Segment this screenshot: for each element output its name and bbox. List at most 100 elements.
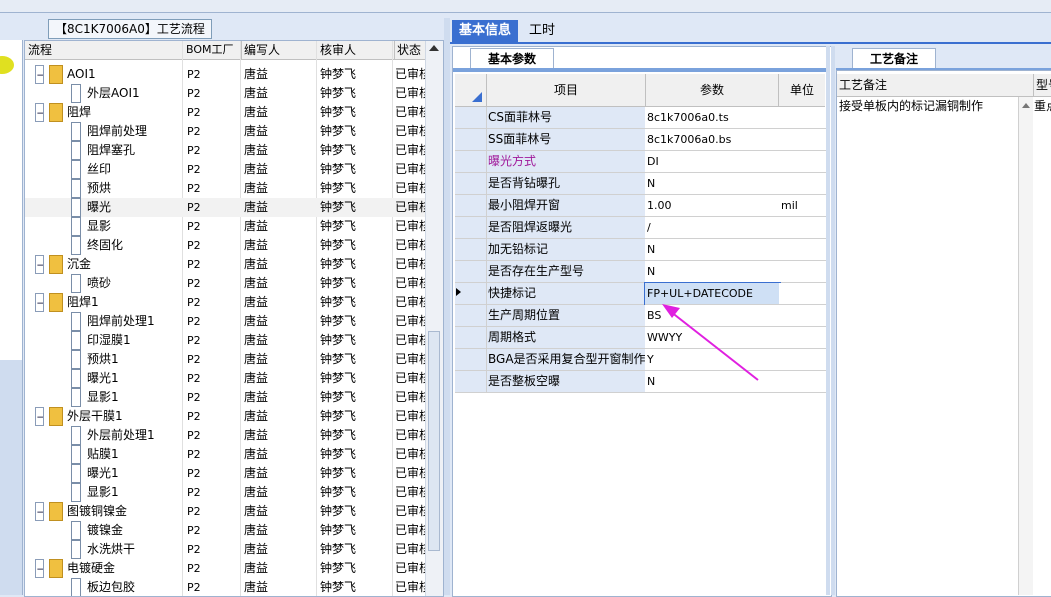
document-icon [71,84,81,103]
tree-row-writer: 唐益 [244,523,269,537]
tree-row[interactable]: 镀镍金P2唐益钟梦飞已审核 [25,521,425,540]
param-value[interactable]: 1.00 [645,195,780,217]
param-row[interactable]: 曝光方式 DI [455,151,828,173]
col-header-writer[interactable]: 编写人 [241,41,317,59]
tree-row-reviewer: 钟梦飞 [320,124,357,138]
tree-row-reviewer: 钟梦飞 [320,238,357,252]
tree-row[interactable]: 外层AOI1P2唐益钟梦飞已审核 [25,84,425,103]
col-header-item[interactable]: 项目 [487,74,646,106]
process-flow-tree[interactable]: 流程 BOM工厂 编写人 核审人 状态 −AOI1P2唐益钟梦飞已审核外层AOI… [24,40,444,597]
params-splitter[interactable] [826,46,830,595]
tree-row[interactable]: 曝光1P2唐益钟梦飞已审核 [25,369,425,388]
tree-row[interactable]: 显影P2唐益钟梦飞已审核 [25,217,425,236]
param-value[interactable]: 8c1k7006a0.bs [645,129,780,151]
col-header-note[interactable]: 工艺备注 [837,74,1034,96]
param-unit [779,173,828,195]
tree-row[interactable]: 印湿膜1P2唐益钟梦飞已审核 [25,331,425,350]
collapse-icon[interactable]: − [35,65,44,84]
tree-row[interactable]: 终固化P2唐益钟梦飞已审核 [25,236,425,255]
param-row[interactable]: CS面菲林号 8c1k7006a0.ts [455,107,828,129]
collapse-icon[interactable]: − [35,103,44,122]
tree-row[interactable]: − AOI1 P2 唐益 钟梦飞 已审核 [25,65,425,84]
collapse-icon[interactable]: − [35,407,44,426]
tree-row-factory: P2 [187,429,201,442]
row-indicator[interactable] [455,195,487,217]
tree-row[interactable]: 阻焊前处理P2唐益钟梦飞已审核 [25,122,425,141]
row-indicator[interactable] [455,217,487,239]
tree-row[interactable]: − 阻焊1 P2 唐益 钟梦飞 已审核 [25,293,425,312]
model-cell[interactable]: 重点 [1034,97,1051,117]
param-row[interactable]: 最小阻焊开窗 1.00 mil [455,195,828,217]
row-indicator[interactable] [455,371,487,393]
param-value[interactable]: DI [645,151,780,173]
tree-row-factory: P2 [187,106,201,119]
tree-row[interactable]: 喷砂P2唐益钟梦飞已审核 [25,274,425,293]
tab-basic-params[interactable]: 基本参数 [470,48,554,69]
param-value[interactable]: N [645,239,780,261]
tree-row[interactable]: 曝光1P2唐益钟梦飞已审核 [25,464,425,483]
scroll-up-icon[interactable] [429,45,439,51]
document-icon [71,540,81,559]
tree-row[interactable]: 丝印P2唐益钟梦飞已审核 [25,160,425,179]
param-value[interactable]: / [645,217,780,239]
row-indicator[interactable] [455,349,487,371]
row-indicator[interactable] [455,107,487,129]
tree-row[interactable]: 阻焊前处理1P2唐益钟梦飞已审核 [25,312,425,331]
tree-row[interactable]: − 外层干膜1 P2 唐益 钟梦飞 已审核 [25,407,425,426]
param-row[interactable]: 是否背钻曝孔 N [455,173,828,195]
collapse-icon[interactable]: − [35,293,44,312]
collapse-icon[interactable]: − [35,255,44,274]
param-value[interactable]: N [645,261,780,283]
tree-row-writer: 唐益 [244,580,269,594]
col-header-unit[interactable]: 单位 [779,74,825,106]
param-value[interactable]: N [645,173,780,195]
col-header-status[interactable]: 状态 [394,41,428,59]
param-row[interactable]: 加无铅标记 N [455,239,828,261]
col-header-bom-factory[interactable]: BOM工厂 [183,41,242,59]
row-indicator[interactable] [455,327,487,349]
notes-splitter[interactable] [831,46,835,595]
row-indicator[interactable] [455,129,487,151]
tree-row[interactable]: 预烘P2唐益钟梦飞已审核 [25,179,425,198]
tree-scroll-thumb[interactable] [428,331,440,551]
col-header-model[interactable]: 型号 [1034,74,1051,96]
row-indicator[interactable] [455,305,487,327]
note-cell[interactable]: 接受单板内的标记漏铜制作 [837,97,1021,117]
tree-row[interactable]: 阻焊塞孔P2唐益钟梦飞已审核 [25,141,425,160]
tree-scrollbar[interactable] [425,41,443,596]
vertical-splitter[interactable] [444,18,450,595]
tree-row-status: 已审核 [395,105,425,119]
tree-row[interactable]: − 电镀硬金 P2 唐益 钟梦飞 已审核 [25,559,425,578]
tree-row[interactable]: 贴膜1P2唐益钟梦飞已审核 [25,445,425,464]
row-indicator[interactable] [455,261,487,283]
tree-row[interactable]: − 沉金 P2 唐益 钟梦飞 已审核 [25,255,425,274]
tab-basic-info[interactable]: 基本信息 [452,20,518,42]
param-row[interactable]: SS面菲林号 8c1k7006a0.bs [455,129,828,151]
tree-row[interactable]: − 阻焊 P2 唐益 钟梦飞 已审核 [25,103,425,122]
tree-row[interactable]: 预烘1P2唐益钟梦飞已审核 [25,350,425,369]
param-row[interactable]: 是否阻焊返曝光 / [455,217,828,239]
tab-work-hours[interactable]: 工时 [522,20,562,42]
row-indicator[interactable] [455,239,487,261]
col-header-reviewer[interactable]: 核审人 [317,41,395,59]
notes-scrollbar[interactable] [1018,97,1033,595]
tree-row-reviewer: 钟梦飞 [320,67,357,81]
col-header-flow[interactable]: 流程 [25,41,183,59]
tree-row[interactable]: − 图镀铜镍金 P2 唐益 钟梦飞 已审核 [25,502,425,521]
row-indicator[interactable] [455,173,487,195]
tree-row[interactable]: 外层前处理1P2唐益钟梦飞已审核 [25,426,425,445]
tree-row[interactable]: 板边包胶P2唐益钟梦飞已审核 [25,578,425,596]
tree-row[interactable]: 显影1P2唐益钟梦飞已审核 [25,483,425,502]
tree-row[interactable]: 显影1P2唐益钟梦飞已审核 [25,388,425,407]
collapse-icon[interactable]: − [35,559,44,578]
col-header-param[interactable]: 参数 [646,74,779,106]
collapse-icon[interactable]: − [35,502,44,521]
row-indicator[interactable] [455,151,487,173]
tab-process-notes[interactable]: 工艺备注 [852,48,936,69]
tree-row[interactable]: 曝光P2唐益钟梦飞已审核 [25,198,425,217]
tree-row[interactable]: 水洗烘干P2唐益钟梦飞已审核 [25,540,425,559]
param-value[interactable]: 8c1k7006a0.ts [645,107,780,129]
document-icon [71,521,81,540]
notes-scroll-up-icon[interactable] [1022,103,1030,108]
param-row[interactable]: 是否存在生产型号 N [455,261,828,283]
